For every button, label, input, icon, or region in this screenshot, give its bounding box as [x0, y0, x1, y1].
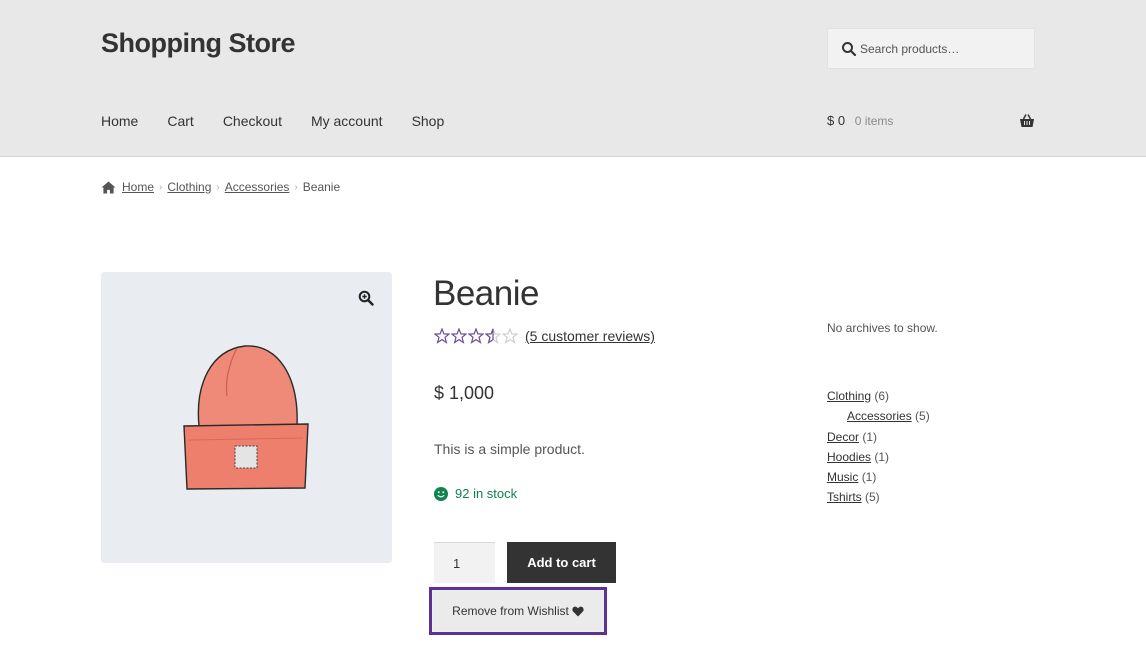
category-link-tshirts[interactable]: Tshirts: [827, 490, 862, 504]
category-item: Decor (1): [827, 430, 930, 450]
breadcrumb-separator: ›: [216, 181, 220, 193]
archives-empty-text: No archives to show.: [827, 321, 938, 335]
nav-shop[interactable]: Shop: [412, 113, 445, 129]
breadcrumb-home[interactable]: Home: [122, 180, 154, 194]
customer-reviews-link[interactable]: (5 customer reviews): [525, 328, 655, 344]
remove-from-wishlist-button[interactable]: Remove from Wishlist: [429, 587, 607, 635]
category-item: Music (1): [827, 470, 930, 490]
search-input[interactable]: [860, 29, 1032, 68]
category-count: (5): [865, 490, 880, 505]
product-price: $ 1,000: [434, 383, 495, 403]
star-icon: [434, 328, 450, 344]
product-title: Beanie: [433, 274, 539, 313]
breadcrumb-current: Beanie: [302, 180, 341, 194]
breadcrumb-clothing[interactable]: Clothing: [167, 180, 211, 194]
site-title[interactable]: Shopping Store: [101, 28, 295, 59]
star-icon: [468, 328, 484, 344]
header-cart[interactable]: $ 0 0 items: [827, 113, 1035, 133]
star-icon: [451, 328, 467, 344]
category-count: (1): [862, 429, 878, 444]
primary-nav: Home Cart Checkout My account Shop: [101, 113, 473, 129]
category-item: Accessories (5): [827, 409, 930, 429]
breadcrumb: Home › Clothing › Accessories › Beanie: [101, 180, 340, 194]
quantity-input[interactable]: [434, 542, 495, 583]
category-count: (6): [874, 389, 890, 403]
smile-icon: [434, 486, 448, 501]
site-header: Shopping Store Home Cart Checkout My acc…: [0, 0, 1146, 157]
category-count: (1): [874, 449, 890, 464]
product-gallery[interactable]: [101, 272, 392, 563]
category-count: (1): [861, 470, 877, 485]
category-link-music[interactable]: Music: [827, 470, 858, 484]
nav-home[interactable]: Home: [101, 113, 138, 129]
zoom-icon[interactable]: [358, 290, 374, 306]
heart-icon: [572, 606, 584, 616]
stock-text: 92 in stock: [455, 486, 518, 501]
basket-icon: [1020, 114, 1034, 127]
search-box[interactable]: [827, 28, 1035, 69]
star-half-icon: [485, 328, 501, 344]
cart-item-count: 0 items: [854, 114, 894, 128]
product-categories-list: Clothing (6) Accessories (5) Decor (1) H…: [827, 389, 930, 511]
breadcrumb-separator: ›: [294, 181, 298, 193]
stock-status: 92 in stock: [434, 486, 517, 501]
category-link-hoodies[interactable]: Hoodies: [827, 450, 871, 464]
wishlist-label: Remove from Wishlist: [452, 604, 569, 618]
nav-cart[interactable]: Cart: [167, 113, 193, 129]
breadcrumb-accessories[interactable]: Accessories: [225, 180, 290, 194]
category-count: (5): [915, 409, 930, 424]
breadcrumb-separator: ›: [159, 181, 163, 193]
category-link-decor[interactable]: Decor: [827, 430, 859, 444]
product-rating: (5 customer reviews): [434, 328, 655, 344]
cart-amount: $ 0: [827, 113, 846, 128]
nav-my-account[interactable]: My account: [311, 113, 383, 129]
star-rating: [434, 328, 519, 344]
category-item: Clothing (6): [827, 389, 930, 409]
beanie-product-image: [183, 345, 309, 490]
add-to-cart-button[interactable]: Add to cart: [507, 542, 616, 583]
product-description: This is a simple product.: [434, 441, 585, 457]
search-icon: [842, 42, 857, 57]
category-item: Tshirts (5): [827, 490, 930, 510]
home-icon: [101, 180, 116, 194]
nav-checkout[interactable]: Checkout: [223, 113, 282, 129]
star-empty-icon: [502, 328, 518, 344]
category-item: Hoodies (1): [827, 450, 930, 470]
category-link-accessories[interactable]: Accessories: [847, 409, 912, 423]
category-link-clothing[interactable]: Clothing: [827, 389, 871, 403]
